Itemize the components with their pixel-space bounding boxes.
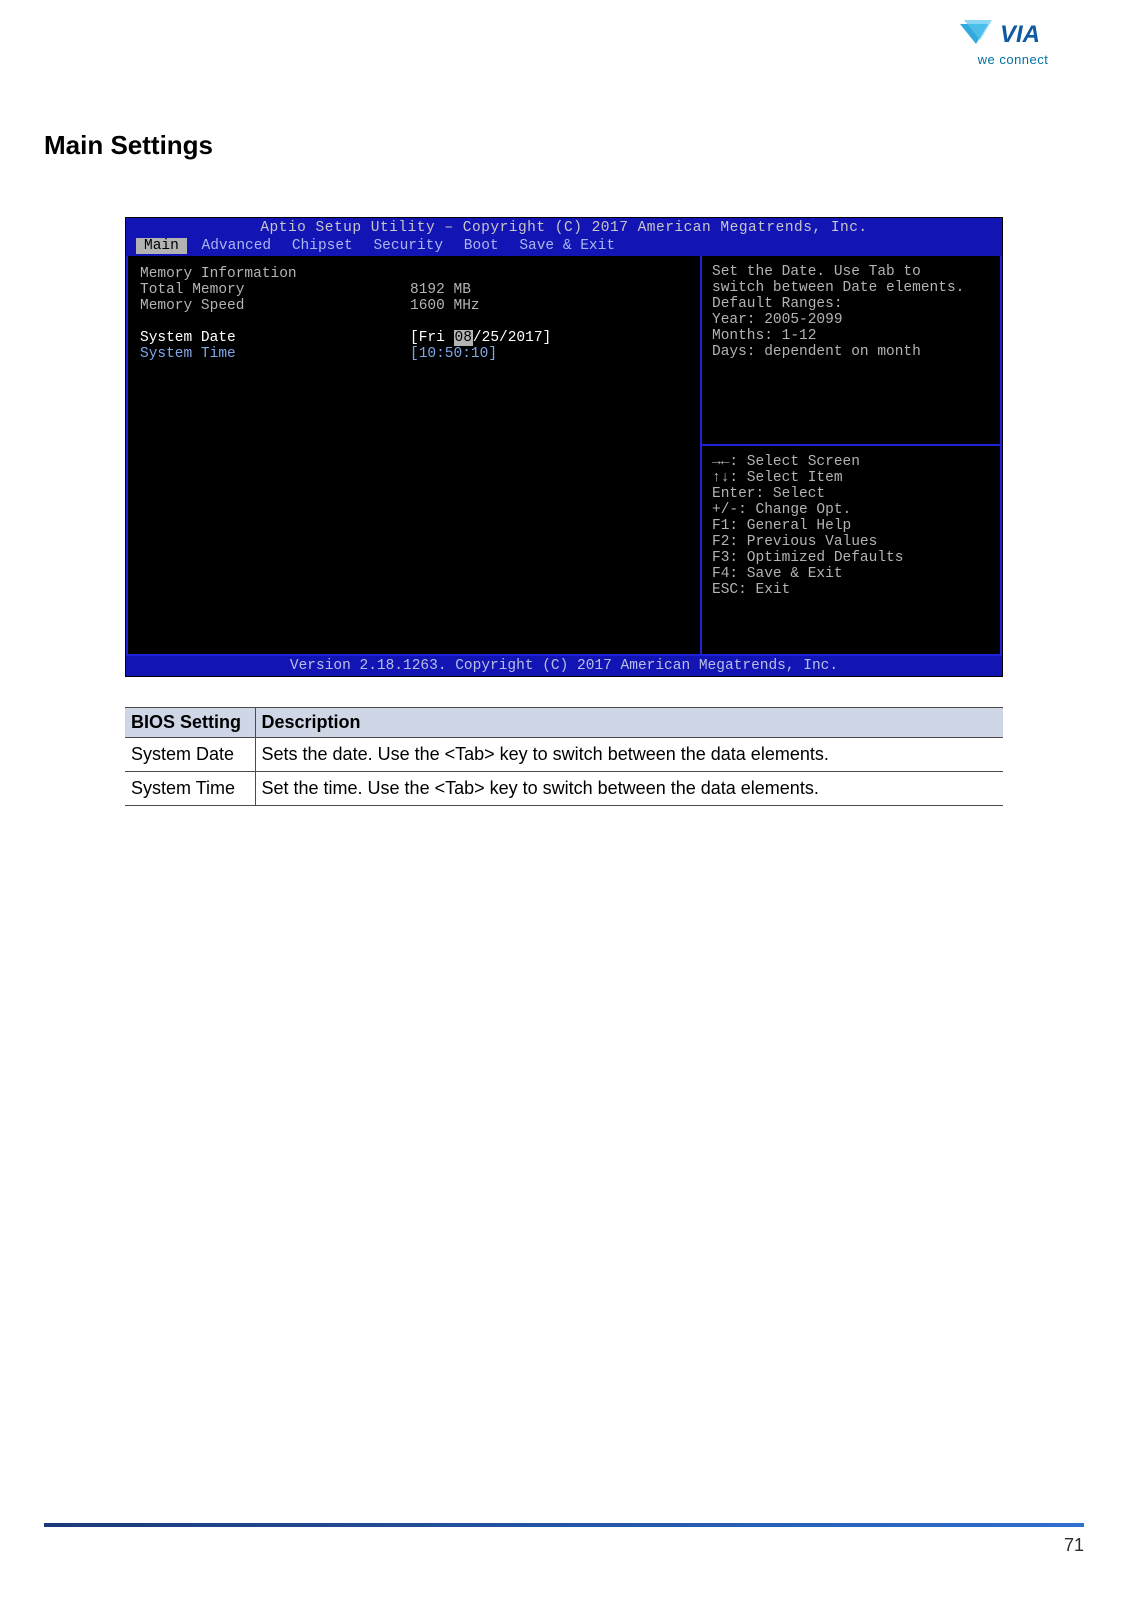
- table-row: System Time Set the time. Use the <Tab> …: [125, 772, 1003, 806]
- bios-value-system-date: [Fri 08/25/2017]: [410, 330, 551, 346]
- page-title: Main Settings: [44, 130, 1084, 161]
- bios-value-memory-speed: 1600 MHz: [410, 298, 480, 314]
- bios-tab-save-exit[interactable]: Save & Exit: [513, 238, 621, 254]
- bios-key-legend: →←: Select Screen ↑↓: Select Item Enter:…: [702, 446, 1000, 654]
- legend-line: F1: General Help: [712, 518, 990, 534]
- bios-tab-advanced[interactable]: Advanced: [196, 238, 278, 254]
- bios-label-system-time: System Time: [140, 346, 410, 362]
- legend-line: +/-: Change Opt.: [712, 502, 990, 518]
- bios-value-system-time: [10:50:10]: [410, 346, 497, 362]
- bios-main-panel: Memory Information Total Memory 8192 MB …: [126, 256, 702, 656]
- footer-rule: [44, 1523, 1084, 1527]
- bios-tab-main[interactable]: Main: [136, 238, 187, 254]
- bios-label-total-memory: Total Memory: [140, 282, 410, 298]
- table-row: System Date Sets the date. Use the <Tab>…: [125, 738, 1003, 772]
- help-line: Months: 1-12: [712, 328, 990, 344]
- settings-description-table: BIOS Setting Description System Date Set…: [125, 707, 1003, 806]
- help-line: Year: 2005-2099: [712, 312, 990, 328]
- legend-line: ESC: Exit: [712, 582, 990, 598]
- cell-setting: System Time: [125, 772, 255, 806]
- bios-mem-heading: Memory Information: [140, 266, 688, 282]
- cell-setting: System Date: [125, 738, 255, 772]
- bios-label-system-date: System Date: [140, 330, 410, 346]
- bios-title-bar: Aptio Setup Utility – Copyright (C) 2017…: [126, 218, 1002, 238]
- logo-icon: VIA: [958, 16, 1068, 54]
- cell-desc: Set the time. Use the <Tab> key to switc…: [255, 772, 1003, 806]
- legend-line: ↑↓: Select Item: [712, 470, 990, 486]
- bios-help-panel: Set the Date. Use Tab to switch between …: [702, 256, 1000, 446]
- cell-desc: Sets the date. Use the <Tab> key to swit…: [255, 738, 1003, 772]
- svg-text:VIA: VIA: [1000, 21, 1040, 48]
- page-number: 71: [44, 1535, 1084, 1556]
- bios-footer-bar: Version 2.18.1263. Copyright (C) 2017 Am…: [126, 656, 1002, 676]
- bios-row-memory-speed: Memory Speed 1600 MHz: [140, 298, 688, 314]
- help-line: switch between Date elements.: [712, 280, 990, 296]
- bios-screenshot: Aptio Setup Utility – Copyright (C) 2017…: [125, 217, 1003, 677]
- legend-line: F2: Previous Values: [712, 534, 990, 550]
- bios-tab-bar: Main Advanced Chipset Security Boot Save…: [126, 238, 1002, 256]
- bios-row-total-memory: Total Memory 8192 MB: [140, 282, 688, 298]
- bios-tab-boot[interactable]: Boot: [458, 238, 505, 254]
- via-logo: VIA we connect: [958, 16, 1068, 67]
- page-footer: 71: [44, 1523, 1084, 1556]
- bios-row-system-time[interactable]: System Time [10:50:10]: [140, 346, 688, 362]
- legend-line: Enter: Select: [712, 486, 990, 502]
- table-header-description: Description: [255, 708, 1003, 738]
- bios-label-memory-speed: Memory Speed: [140, 298, 410, 314]
- help-line: Days: dependent on month: [712, 344, 990, 360]
- bios-tab-security[interactable]: Security: [367, 238, 449, 254]
- table-header-setting: BIOS Setting: [125, 708, 255, 738]
- bios-tab-chipset[interactable]: Chipset: [286, 238, 359, 254]
- bios-value-total-memory: 8192 MB: [410, 282, 471, 298]
- legend-line: F3: Optimized Defaults: [712, 550, 990, 566]
- help-line: Default Ranges:: [712, 296, 990, 312]
- bios-row-system-date[interactable]: System Date [Fri 08/25/2017]: [140, 330, 688, 346]
- logo-tagline: we connect: [958, 52, 1068, 67]
- legend-line: F4: Save & Exit: [712, 566, 990, 582]
- legend-line: →←: Select Screen: [712, 454, 990, 470]
- help-line: Set the Date. Use Tab to: [712, 264, 990, 280]
